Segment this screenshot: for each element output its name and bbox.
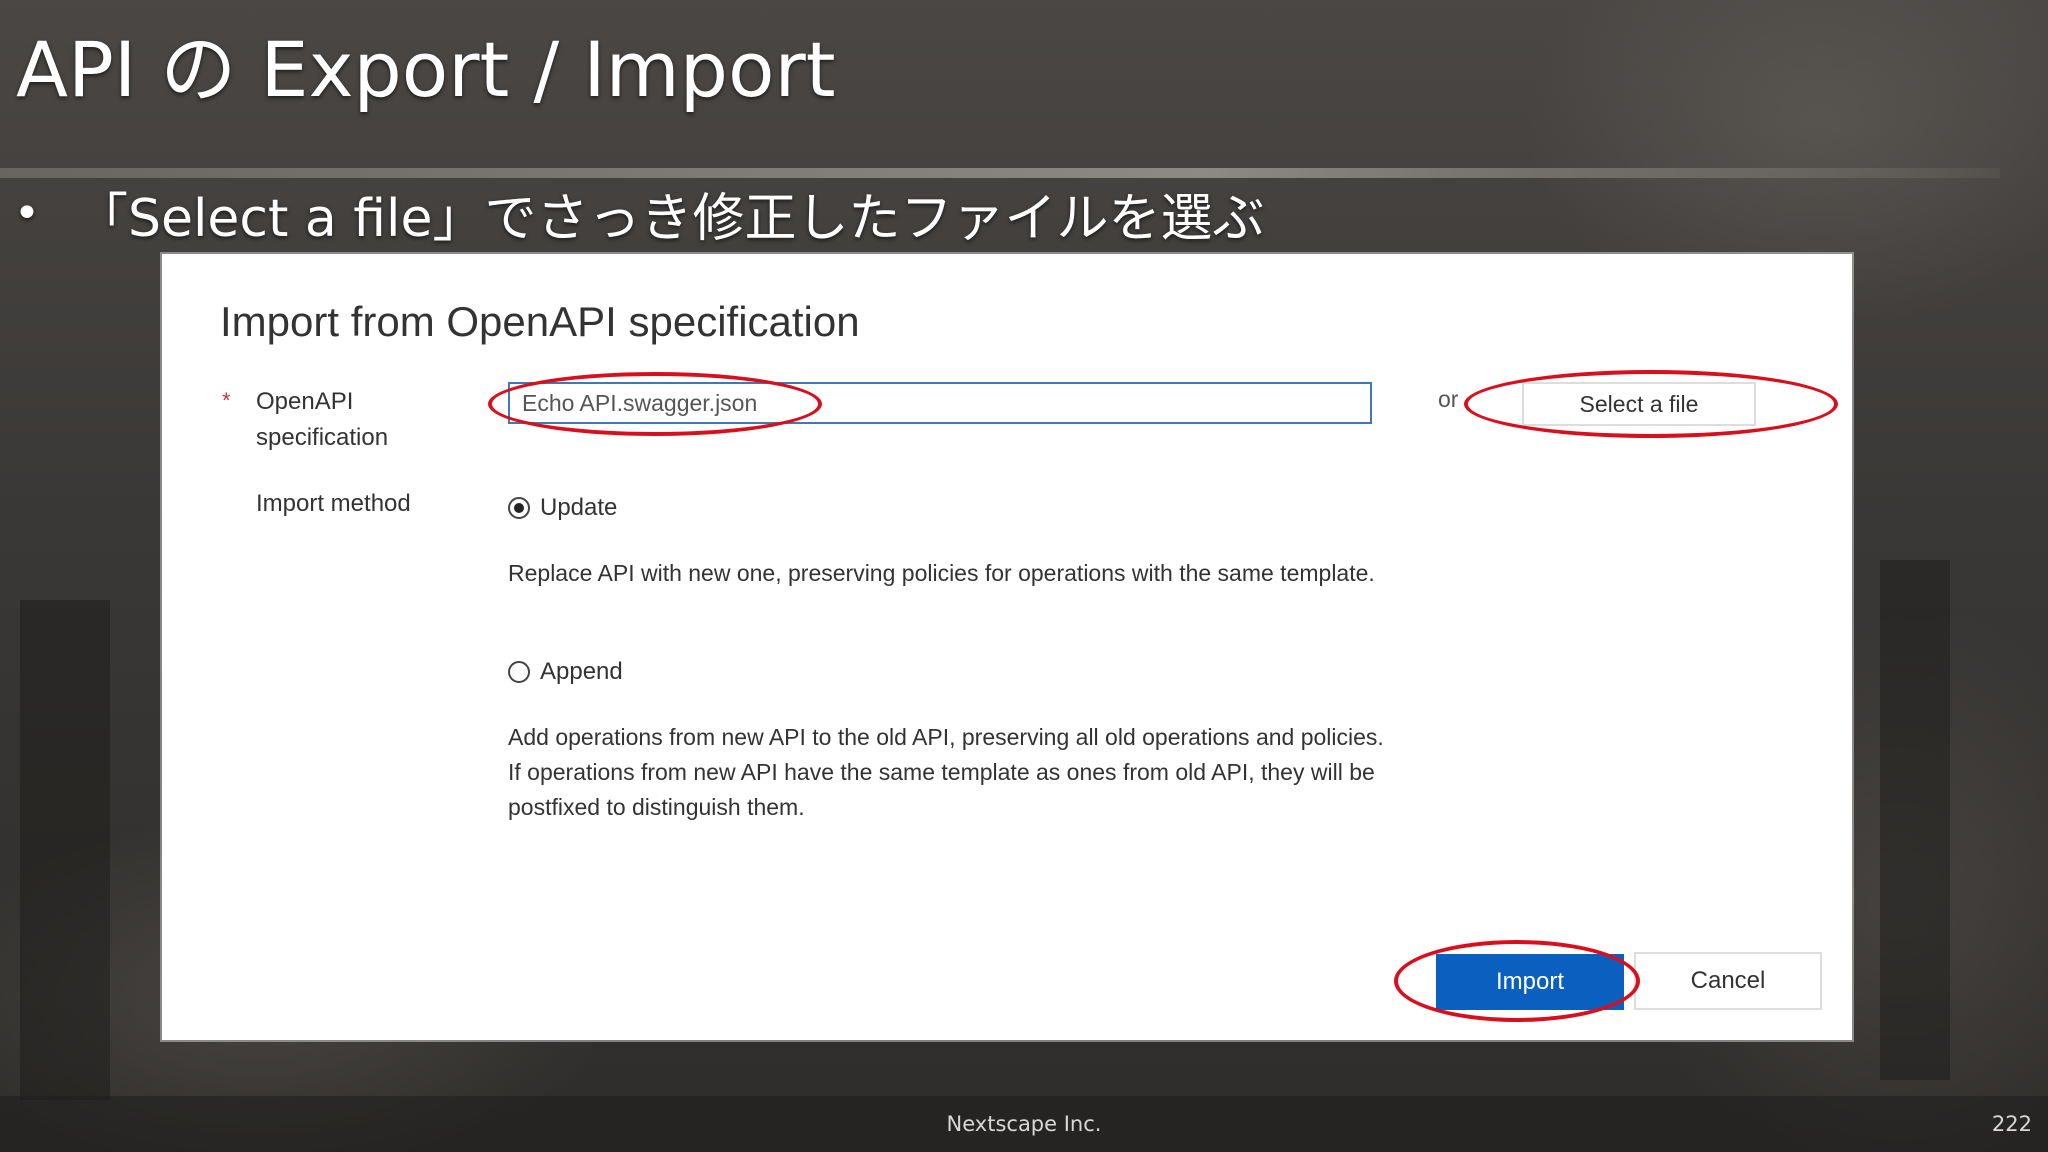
dialog-title: Import from OpenAPI specification bbox=[220, 298, 860, 345]
required-marker: * bbox=[222, 388, 231, 413]
or-text: or bbox=[1438, 386, 1459, 412]
import-button[interactable]: Import bbox=[1436, 954, 1624, 1010]
radio-update-label: Update bbox=[540, 494, 618, 521]
update-description: Replace API with new one, preserving pol… bbox=[508, 560, 1375, 586]
page-number: 222 bbox=[1991, 1112, 2032, 1136]
openapi-spec-input[interactable]: Echo API.swagger.json bbox=[508, 382, 1372, 424]
radio-append[interactable]: Append bbox=[508, 658, 623, 686]
bullet-text: 「Select a file」でさっき修正したファイルを選ぶ bbox=[75, 189, 1265, 249]
radio-update-circle[interactable] bbox=[508, 497, 530, 519]
radio-append-circle[interactable] bbox=[508, 661, 530, 683]
slide-bullet: • 「Select a file」でさっき修正したファイルを選ぶ bbox=[14, 176, 1265, 251]
cancel-button[interactable]: Cancel bbox=[1634, 952, 1822, 1010]
slide-title: API の Export / Import bbox=[16, 25, 836, 114]
append-description: Add operations from new API to the old A… bbox=[508, 724, 1384, 820]
select-file-button[interactable]: Select a file bbox=[1522, 382, 1756, 426]
import-openapi-dialog: Import from OpenAPI specification * Open… bbox=[162, 254, 1852, 1040]
radio-append-label: Append bbox=[540, 658, 623, 685]
background-shape bbox=[20, 600, 110, 1100]
radio-update[interactable]: Update bbox=[508, 494, 617, 522]
import-method-label: Import method bbox=[256, 490, 411, 517]
footer-company: Nextscape Inc. bbox=[946, 1112, 1102, 1136]
openapi-spec-label: OpenAPI specification bbox=[256, 388, 389, 451]
background-shape bbox=[1880, 560, 1950, 1080]
bullet-marker: • bbox=[14, 188, 40, 239]
